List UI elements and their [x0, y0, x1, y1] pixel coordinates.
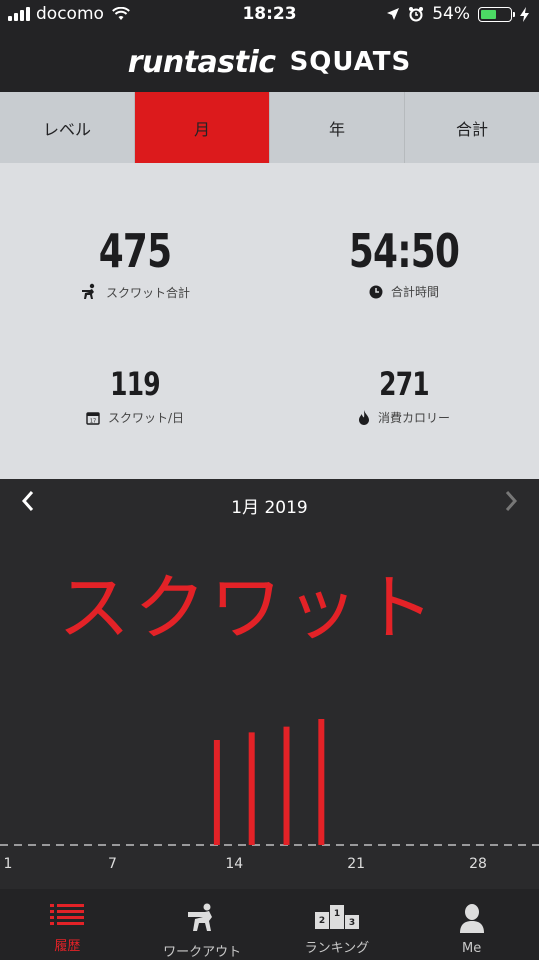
stat-label: 合計時間	[390, 285, 439, 299]
stat-label: スクワット/日	[107, 411, 185, 425]
tab-total[interactable]: 合計	[405, 92, 539, 163]
chart-bar	[283, 726, 290, 845]
alarm-icon	[409, 7, 424, 22]
tab-month[interactable]: 月	[135, 92, 270, 163]
svg-text:17: 17	[90, 418, 96, 424]
stat-value: 271	[379, 365, 430, 403]
brand-logo: runtastic	[127, 44, 276, 80]
chart-bar	[318, 719, 325, 845]
x-tick-label: 28	[469, 856, 487, 872]
chart-panel: 1月 2019 スクワット 1 7 14 21 28	[0, 479, 539, 889]
tab-ranking[interactable]: 2 1 3 ランキング	[270, 889, 405, 960]
x-tick-label: 21	[347, 856, 365, 872]
clock-icon	[369, 285, 383, 298]
stat-value: 54:50	[348, 224, 460, 278]
x-tick-label: 14	[225, 856, 243, 872]
squat-icon	[188, 903, 213, 931]
podium-icon: 2 1 3	[314, 905, 359, 929]
history-list-icon	[50, 904, 85, 925]
tab-level[interactable]: レベル	[0, 92, 135, 163]
status-bar: docomo 18:23 54%	[0, 0, 539, 32]
svg-text:1: 1	[334, 909, 340, 919]
x-tick-label: 1	[4, 856, 13, 872]
svg-text:3: 3	[349, 918, 355, 928]
svg-text:2: 2	[319, 916, 325, 926]
battery-icon	[478, 6, 515, 22]
app-name: SQUATS	[289, 47, 412, 77]
squat-icon	[81, 283, 95, 299]
stat-value: 475	[98, 224, 172, 278]
tab-history[interactable]: 履歴	[0, 889, 135, 960]
stats-panel: 475 スクワット合計 54:50 合計時間 119 17 スクワット/日 27…	[0, 163, 539, 479]
tab-label: 履歴	[54, 939, 81, 954]
stat-value: 119	[110, 365, 161, 403]
tab-label: ランキング	[304, 941, 370, 956]
calendar-icon: 17	[86, 411, 100, 425]
user-icon	[459, 904, 484, 933]
stat-label: スクワット合計	[105, 285, 190, 300]
tab-workout[interactable]: ワークアウト	[135, 889, 270, 960]
charging-bolt-icon	[520, 6, 529, 22]
tab-label: Me	[462, 941, 482, 956]
location-arrow-icon	[387, 8, 400, 20]
chart-bar	[213, 740, 220, 845]
tab-label: ワークアウト	[163, 945, 242, 960]
stat-label: 消費カロリー	[377, 411, 450, 425]
tab-year[interactable]: 年	[270, 92, 405, 163]
stat-calories: 271 消費カロリー	[269, 365, 539, 426]
stat-total-time: 54:50 合計時間	[269, 225, 539, 300]
tab-me[interactable]: Me	[404, 889, 539, 960]
stat-total-squats: 475 スクワット合計	[0, 225, 270, 301]
bottom-tab-bar: 履歴 ワークアウト 2 1 3 ランキング Me	[0, 889, 539, 960]
status-right: 54%	[386, 4, 529, 24]
battery-percent: 54%	[432, 4, 470, 24]
period-tabs: レベル 月 年 合計	[0, 92, 539, 163]
stat-squats-per-day: 119 17 スクワット/日	[0, 365, 270, 426]
bar-chart: 1 7 14 21 28	[0, 719, 539, 872]
chart-bar	[248, 732, 255, 845]
app-header: runtastic SQUATS	[0, 32, 539, 92]
flame-icon	[358, 410, 369, 425]
x-tick-label: 7	[108, 856, 117, 872]
